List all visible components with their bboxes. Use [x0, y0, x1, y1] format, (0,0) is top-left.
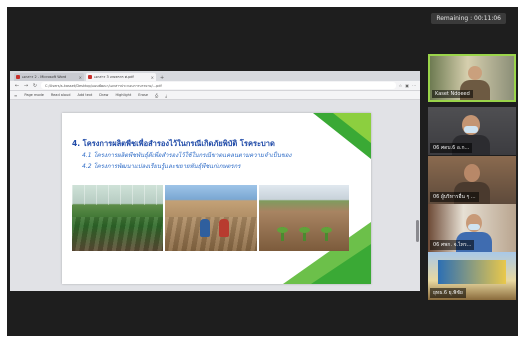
collections-icon[interactable]: ▣ — [405, 83, 409, 88]
farm-workers-photo — [165, 185, 257, 251]
participant-name: Kaset Ndoeed — [432, 90, 473, 98]
event-banner-image — [438, 260, 506, 284]
save-icon[interactable]: ⤓ — [165, 93, 167, 98]
address-bar: ← → ↻ C:/Users/s-kasset/Desktop/แผนพัฒนา… — [10, 81, 420, 91]
pdf-tool-add-text[interactable]: Add text — [77, 93, 92, 97]
pdf-tool-read-aloud[interactable]: Read aloud — [51, 93, 71, 97]
star-icon[interactable]: ☆ — [399, 83, 403, 88]
url-field[interactable]: C:/Users/s-kasset/Desktop/แผนพัฒนา/เอกสา… — [41, 82, 396, 89]
browser-tab-active[interactable]: เอกสาร 3 เกษตรกร ศ.pdf × — [86, 73, 156, 81]
shared-screen-browser: เอกสาร 2 - Microsoft Word × เอกสาร 3 เกษ… — [10, 71, 420, 291]
pdf-icon — [88, 75, 92, 79]
forward-icon[interactable]: → — [23, 83, 29, 89]
plus-icon[interactable]: + — [158, 75, 166, 81]
back-icon[interactable]: ← — [14, 83, 20, 89]
menu-icon[interactable]: ≡ — [14, 93, 17, 98]
browser-tab-label: เอกสาร 3 เกษตรกร ศ.pdf — [94, 75, 134, 79]
greenhouse-photo — [72, 185, 163, 251]
pdf-tool-highlight[interactable]: Highlight — [115, 93, 131, 97]
pdf-toolbar: ≡ Page mode Read aloud Add text Draw Hig… — [10, 91, 420, 100]
slide-decoration — [333, 113, 371, 143]
pdf-viewer[interactable]: 4. โครงการผลิตพืชเพื่อสำรองไว้ในกรณีเกิด… — [10, 100, 420, 291]
participant-tile[interactable]: 06 ผู้บริหารอื่น ๆ ... — [428, 156, 516, 204]
pdf-slide: 4. โครงการผลิตพืชเพื่อสำรองไว้ในกรณีเกิด… — [62, 113, 371, 284]
participant-tile[interactable]: ยุทธ.6 ยุ.พิชัย — [428, 252, 516, 300]
participant-name: 06 ศพก. จ.ไทร... — [430, 240, 475, 250]
seedling-field-photo — [259, 185, 349, 251]
print-icon[interactable]: ⎙ — [155, 93, 158, 98]
slide-bullet: 4.1 โครงการผลิตพืชพันธุ์ดีเพื่อสำรองไว้ใ… — [82, 152, 292, 159]
participant-tile[interactable]: Kaset Ndoeed — [428, 54, 516, 102]
participant-tile[interactable]: 06 ศดบ.6 อ.ก... — [428, 107, 516, 155]
close-icon[interactable]: × — [151, 75, 154, 80]
pdf-tool-erase[interactable]: Erase — [138, 93, 148, 97]
slide-title: 4. โครงการผลิตพืชเพื่อสำรองไว้ในกรณีเกิด… — [72, 139, 275, 148]
slide-bullet: 4.2 โครงการพัฒนาแปลงเรียนรู้และขยายพันธุ… — [82, 163, 241, 170]
participant-name: 06 ผู้บริหารอื่น ๆ ... — [430, 192, 479, 202]
participant-name: 06 ศดบ.6 อ.ก... — [430, 143, 473, 153]
refresh-icon[interactable]: ↻ — [32, 83, 38, 89]
browser-tab-label: เอกสาร 2 - Microsoft Word — [22, 75, 67, 79]
pdf-tool-draw[interactable]: Draw — [99, 93, 108, 97]
browser-tab[interactable]: เอกสาร 2 - Microsoft Word × — [14, 73, 84, 81]
participant-name: ยุทธ.6 ยุ.พิชัย — [430, 288, 466, 298]
remaining-time-badge: Remaining : 00:11:06 — [431, 13, 506, 24]
document-icon — [16, 75, 20, 79]
close-icon[interactable]: × — [79, 75, 82, 80]
participant-tile[interactable]: 06 ศพก. จ.ไทร... — [428, 204, 516, 252]
browser-tab-bar: เอกสาร 2 - Microsoft Word × เอกสาร 3 เกษ… — [10, 71, 420, 81]
more-icon[interactable]: ⋯ — [412, 83, 416, 88]
pdf-tool-page-mode[interactable]: Page mode — [24, 93, 44, 97]
scrollbar[interactable] — [416, 220, 419, 242]
meeting-window: Remaining : 00:11:06 เอกสาร 2 - Microsof… — [7, 7, 518, 336]
